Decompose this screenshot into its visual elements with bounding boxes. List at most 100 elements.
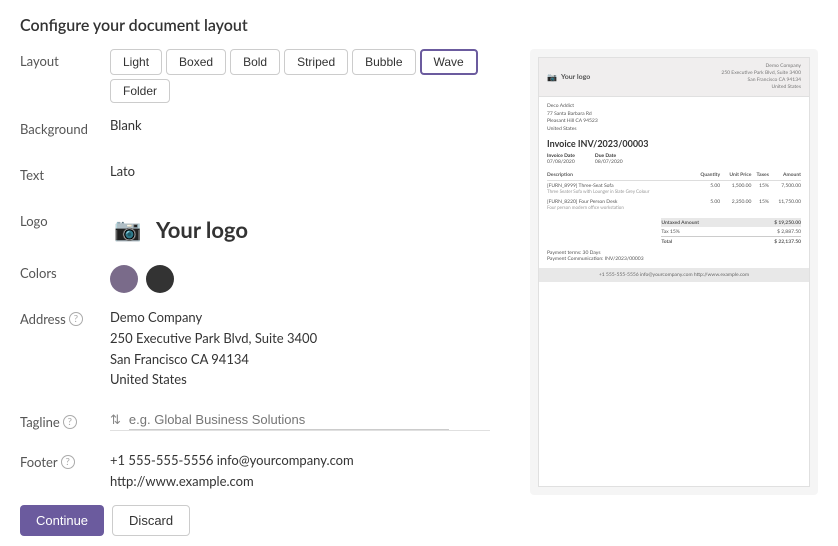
address-line-1: Demo Company <box>110 307 510 328</box>
layout-label: Layout <box>20 49 110 69</box>
address-text: Demo Company 250 Executive Park Blvd, Su… <box>110 307 510 390</box>
address-line-2: 250 Executive Park Blvd, Suite 3400 <box>110 328 510 349</box>
layout-btn-bold[interactable]: Bold <box>230 49 280 75</box>
footer-content: +1 555-555-5556 info@yourcompany.com htt… <box>110 450 510 492</box>
tagline-help-icon[interactable]: ? <box>63 415 77 429</box>
preview-company-city: San Francisco CA 94134 <box>721 77 801 84</box>
preview-invoice-date: 07/08/2020 <box>547 159 575 165</box>
logo-row: Logo 📷 Your logo <box>20 209 510 247</box>
background-label: Background <box>20 117 110 137</box>
address-content: Demo Company 250 Executive Park Blvd, Su… <box>110 307 510 390</box>
preview-untaxed-value: $ 19,250.00 <box>774 220 801 226</box>
table-row: [FURN_8220] Four Person Desk Four person… <box>547 197 801 213</box>
discard-button[interactable]: Discard <box>112 505 190 536</box>
preview-row2-price: 2,350.00 <box>720 197 751 213</box>
tagline-input-group: ⇅ <box>110 410 510 430</box>
preview-col-price: Unit Price <box>720 170 751 181</box>
logo-text: Your logo <box>156 216 248 243</box>
up-down-icon: ⇅ <box>110 411 121 428</box>
table-row: [FURN_8999] Three-Seat Sofa Three Seater… <box>547 181 801 198</box>
logo-icon-wrapper[interactable]: 📷 <box>110 211 146 247</box>
preview-untaxed-label: Untaxed Amount <box>661 220 699 226</box>
colors-row: Colors <box>20 261 510 293</box>
address-row: Address ? Demo Company 250 Executive Par… <box>20 307 510 390</box>
tagline-arrows[interactable]: ⇅ <box>110 411 121 428</box>
color-swatch-primary[interactable] <box>110 265 138 293</box>
preview-total-label: Total <box>661 239 672 245</box>
tagline-input[interactable] <box>129 410 449 430</box>
preview-col-qty: Quantity <box>692 170 720 181</box>
preview-total-value: $ 22,137.50 <box>774 239 801 245</box>
layout-btn-striped[interactable]: Striped <box>284 49 348 75</box>
layout-btn-bubble[interactable]: Bubble <box>352 49 415 75</box>
colors-content <box>110 261 510 293</box>
preview-tax-label: Tax 15% <box>661 229 679 235</box>
layout-buttons-group: Light Boxed Bold Striped Bubble Wave Fol… <box>110 49 510 103</box>
preview-camera-icon: 📷 <box>547 72 557 82</box>
preview-logo-text: Your logo <box>561 73 590 81</box>
preview-row2-tax: 15% <box>751 197 769 213</box>
preview-company-name: Demo Company <box>721 63 801 70</box>
preview-row1-amount: 7,500.00 <box>769 181 801 198</box>
preview-invoice-title: Invoice INV/2023/00003 <box>547 138 801 149</box>
address-line-4: United States <box>110 369 510 390</box>
preview-company-address: 250 Executive Park Blvd, Suite 3400 <box>721 70 801 77</box>
preview-untaxed-row: Untaxed Amount $ 19,250.00 <box>661 218 801 227</box>
preview-frame: 📷 Your logo Demo Company 250 Executive P… <box>530 49 818 495</box>
preview-col-tax: Taxes <box>751 170 769 181</box>
address-help-icon[interactable]: ? <box>69 312 83 326</box>
preview-due-date-col: Due Date 08/07/2020 <box>595 153 623 165</box>
footer-row: Footer ? +1 555-555-5556 info@yourcompan… <box>20 450 510 492</box>
color-swatches-group <box>110 261 510 293</box>
preview-client-address: 77 Santa Barbara Rd <box>547 111 801 119</box>
preview-tax-value: $ 2,887.50 <box>777 229 801 235</box>
layout-btn-boxed[interactable]: Boxed <box>166 49 226 75</box>
page-container: Configure your document layout Layout Li… <box>0 0 838 546</box>
page-title: Configure your document layout <box>20 16 818 35</box>
layout-btn-wave[interactable]: Wave <box>420 49 478 75</box>
color-swatch-secondary[interactable] <box>146 265 174 293</box>
text-value: Lato <box>110 163 510 179</box>
preview-footer: +1 555-555-5556 info@yourcompany.com htt… <box>539 268 809 282</box>
preview-payment-comm: Payment Communication: INV/2023/00003 <box>547 256 801 262</box>
preview-row1-price: 1,500.00 <box>720 181 751 198</box>
camera-icon: 📷 <box>114 215 141 243</box>
preview-row2-amount: 11,750.00 <box>769 197 801 213</box>
preview-document: 📷 Your logo Demo Company 250 Executive P… <box>538 57 810 487</box>
preview-header: 📷 Your logo Demo Company 250 Executive P… <box>539 58 809 97</box>
preview-logo: 📷 Your logo <box>547 72 590 82</box>
tagline-row: Tagline ? ⇅ <box>20 404 510 436</box>
background-text: Blank <box>110 117 142 133</box>
preview-panel: 📷 Your logo Demo Company 250 Executive P… <box>530 49 818 495</box>
preview-row2-qty: 5.00 <box>692 197 720 213</box>
address-label: Address ? <box>20 307 110 327</box>
preview-client-country: United States <box>547 126 801 134</box>
preview-body: Deco Addict 77 Santa Barbara Rd Pleasant… <box>539 97 809 268</box>
preview-col-amount: Amount <box>769 170 801 181</box>
footer-text: +1 555-555-5556 info@yourcompany.com htt… <box>110 450 510 492</box>
preview-client-info: Deco Addict 77 Santa Barbara Rd Pleasant… <box>547 103 801 133</box>
logo-content: 📷 Your logo <box>110 209 510 247</box>
preview-tax-row: Tax 15% $ 2,887.50 <box>661 227 801 236</box>
footer-line-2: http://www.example.com <box>110 471 510 492</box>
layout-btn-folder[interactable]: Folder <box>110 79 170 103</box>
logo-label: Logo <box>20 209 110 229</box>
preview-due-date: 08/07/2020 <box>595 159 623 165</box>
background-row: Background Blank <box>20 117 510 149</box>
footer-label: Footer ? <box>20 450 110 470</box>
preview-company-country: United States <box>721 84 801 91</box>
address-line-3: San Francisco CA 94134 <box>110 349 510 370</box>
preview-row1-desc: [FURN_8999] Three-Seat Sofa Three Seater… <box>547 181 692 198</box>
continue-button[interactable]: Continue <box>20 505 104 536</box>
layout-btn-light[interactable]: Light <box>110 49 162 75</box>
text-label: Text <box>20 163 110 183</box>
content-area: Layout Light Boxed Bold Striped Bubble W… <box>20 49 818 495</box>
text-row: Text Lato <box>20 163 510 195</box>
footer-line-1: +1 555-555-5556 info@yourcompany.com <box>110 450 510 471</box>
preview-totals: Untaxed Amount $ 19,250.00 Tax 15% $ 2,8… <box>661 218 801 246</box>
preview-table: Description Quantity Unit Price Taxes Am… <box>547 170 801 213</box>
footer-help-icon[interactable]: ? <box>61 455 75 469</box>
preview-row2-desc: [FURN_8220] Four Person Desk Four person… <box>547 197 692 213</box>
tagline-divider <box>110 430 490 431</box>
tagline-label: Tagline ? <box>20 410 110 430</box>
